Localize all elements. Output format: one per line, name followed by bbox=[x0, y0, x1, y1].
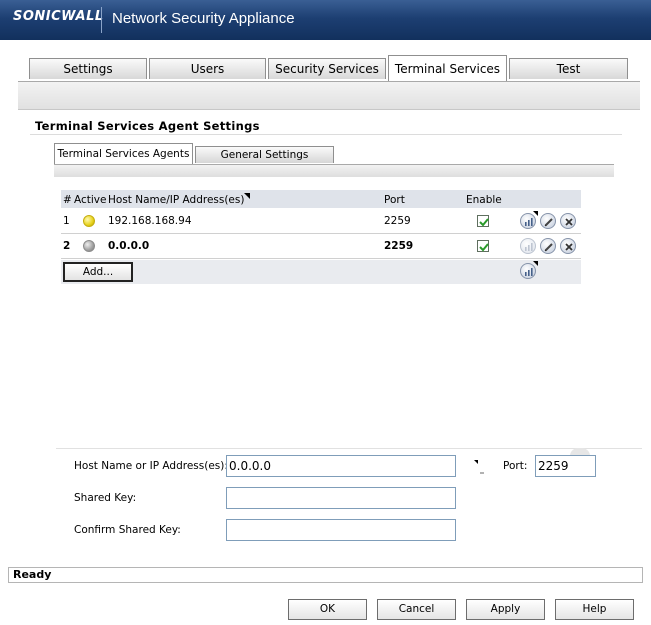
shared-key-field[interactable] bbox=[226, 487, 456, 509]
statistics-icon[interactable] bbox=[520, 238, 536, 254]
edit-icon[interactable] bbox=[540, 213, 556, 229]
ok-button[interactable]: OK bbox=[288, 599, 367, 620]
cancel-button[interactable]: Cancel bbox=[377, 599, 456, 620]
enable-checkbox[interactable] bbox=[477, 240, 489, 252]
app-title: Network Security Appliance bbox=[112, 10, 295, 27]
col-enable[interactable]: Enable bbox=[466, 194, 502, 206]
section-divider bbox=[30, 134, 622, 135]
host-label: Host Name or IP Address(es): bbox=[74, 460, 228, 472]
form-divider bbox=[56, 448, 642, 449]
row-num: 2 bbox=[63, 240, 71, 252]
tab-panel-divider bbox=[18, 109, 640, 110]
enable-checkbox[interactable] bbox=[477, 215, 489, 227]
help-button[interactable]: Help bbox=[555, 599, 634, 620]
title-bar: SONICWALL Network Security Appliance bbox=[0, 0, 651, 40]
host-input[interactable]: 0.0.0.0 bbox=[226, 455, 456, 477]
col-port[interactable]: Port bbox=[384, 194, 405, 206]
dropdown-corner-icon bbox=[533, 261, 538, 266]
inactive-status-icon bbox=[83, 240, 95, 252]
apply-button[interactable]: Apply bbox=[466, 599, 545, 620]
tab-panel-strip bbox=[18, 81, 640, 110]
port-input[interactable]: 2259 bbox=[535, 455, 596, 477]
col-active[interactable]: Active bbox=[74, 194, 106, 206]
row-port: 2259 bbox=[384, 215, 411, 227]
active-status-icon bbox=[83, 215, 95, 227]
sort-indicator-icon bbox=[244, 193, 250, 199]
confirm-key-label: Confirm Shared Key: bbox=[74, 524, 181, 536]
subtab-panel-strip bbox=[54, 164, 614, 177]
table-footer bbox=[61, 260, 581, 284]
table-row: 2 0.0.0.0 2259 bbox=[61, 234, 581, 258]
tab-users[interactable]: Users bbox=[149, 58, 266, 79]
add-button[interactable]: Add... bbox=[63, 262, 133, 282]
table-row: 1 192.168.168.94 2259 bbox=[61, 209, 581, 233]
row-host: 192.168.168.94 bbox=[108, 215, 192, 227]
port-label: Port: bbox=[503, 460, 528, 472]
field-marker-icon bbox=[474, 460, 484, 474]
sonicwall-logo: SONICWALL bbox=[13, 9, 104, 24]
subtab-terminal-services-agents[interactable]: Terminal Services Agents bbox=[54, 143, 193, 164]
tab-settings[interactable]: Settings bbox=[29, 58, 147, 79]
tab-test[interactable]: Test bbox=[509, 58, 628, 79]
status-bar: Ready bbox=[8, 567, 643, 583]
tab-security-services[interactable]: Security Services bbox=[268, 58, 386, 79]
row-divider bbox=[61, 258, 581, 259]
col-num: # bbox=[63, 194, 72, 206]
dropdown-corner-icon bbox=[533, 211, 538, 216]
delete-icon[interactable] bbox=[560, 213, 576, 229]
tab-terminal-services[interactable]: Terminal Services bbox=[388, 55, 507, 81]
edit-icon[interactable] bbox=[540, 238, 556, 254]
row-num: 1 bbox=[63, 215, 70, 227]
col-host[interactable]: Host Name/IP Address(es) bbox=[108, 194, 244, 206]
subtab-general-settings[interactable]: General Settings bbox=[195, 146, 334, 163]
section-title: Terminal Services Agent Settings bbox=[35, 119, 260, 133]
delete-icon[interactable] bbox=[560, 238, 576, 254]
row-port: 2259 bbox=[384, 240, 414, 252]
confirm-key-field[interactable] bbox=[226, 519, 456, 541]
header-divider bbox=[101, 7, 102, 33]
row-host: 0.0.0.0 bbox=[108, 240, 150, 252]
shared-key-label: Shared Key: bbox=[74, 492, 137, 504]
